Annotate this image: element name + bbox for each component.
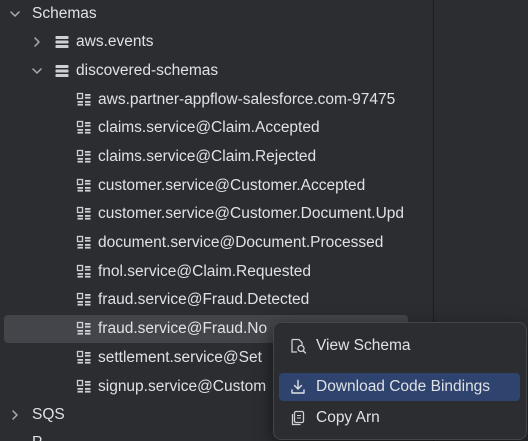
schema-icon bbox=[76, 235, 92, 251]
tree-item-schema[interactable]: aws.partner-appflow-salesforce.com-97475 bbox=[0, 86, 433, 114]
tree-item-label: claims.service@Claim.Rejected bbox=[98, 148, 317, 165]
tree-item-label: fnol.service@Claim.Requested bbox=[98, 263, 312, 280]
schema-icon bbox=[76, 178, 92, 194]
schema-icon bbox=[76, 264, 92, 280]
tree-node-label: SQS bbox=[32, 406, 65, 423]
registry-icon bbox=[54, 34, 70, 50]
tree-item-schema[interactable]: claims.service@Claim.Rejected bbox=[0, 143, 433, 171]
registry-icon bbox=[54, 63, 70, 79]
schema-icon bbox=[76, 120, 92, 136]
chevron-down-icon[interactable] bbox=[8, 7, 22, 21]
tree-item-label: document.service@Document.Processed bbox=[98, 234, 384, 251]
tree-item-schema[interactable]: document.service@Document.Processed bbox=[0, 229, 433, 257]
schema-icon bbox=[76, 350, 92, 366]
tree-node-label: aws.events bbox=[76, 33, 154, 50]
schema-icon bbox=[76, 92, 92, 108]
tree-item-label: aws.partner-appflow-salesforce.com-97475 bbox=[98, 91, 396, 108]
tree-item-schema[interactable]: fraud.service@Fraud.Detected bbox=[0, 286, 433, 314]
tree-item-schema[interactable]: fnol.service@Claim.Requested bbox=[0, 258, 433, 286]
tree-node-label: P bbox=[32, 434, 42, 441]
search-document-icon bbox=[288, 336, 308, 356]
menu-item-copy-arn[interactable]: Copy Arn bbox=[279, 404, 520, 432]
download-icon bbox=[288, 377, 308, 397]
context-menu: View Schema Download Code Bindings Copy … bbox=[273, 322, 527, 440]
schema-icon bbox=[76, 379, 92, 395]
tree-item-label: settlement.service@Set bbox=[98, 349, 262, 366]
schema-icon bbox=[76, 292, 92, 308]
tree-node-schemas[interactable]: Schemas bbox=[0, 0, 433, 28]
tree-node-discovered-schemas[interactable]: discovered-schemas bbox=[0, 57, 433, 85]
tree-item-label: claims.service@Claim.Accepted bbox=[98, 119, 320, 136]
menu-item-label: View Schema bbox=[316, 337, 411, 354]
chevron-right-icon[interactable] bbox=[8, 408, 22, 422]
menu-item-view-schema[interactable]: View Schema bbox=[279, 332, 520, 360]
tree-node-label: discovered-schemas bbox=[76, 62, 219, 79]
schema-icon bbox=[76, 149, 92, 165]
aws-explorer-panel: Schemas aws.events discovered-schemas aw… bbox=[0, 0, 528, 441]
schema-icon bbox=[76, 206, 92, 222]
tree-item-label: fraud.service@Fraud.No bbox=[98, 320, 268, 337]
tree-item-schema[interactable]: customer.service@Customer.Document.Upd bbox=[0, 200, 433, 228]
copy-icon bbox=[288, 408, 308, 428]
menu-item-download-code-bindings[interactable]: Download Code Bindings bbox=[279, 373, 520, 401]
chevron-down-icon[interactable] bbox=[30, 64, 44, 78]
schema-icon bbox=[76, 321, 92, 337]
tree-item-label: customer.service@Customer.Accepted bbox=[98, 177, 366, 194]
tree-node-label: Schemas bbox=[32, 5, 97, 22]
tree-item-schema[interactable]: customer.service@Customer.Accepted bbox=[0, 172, 433, 200]
tree-item-label: customer.service@Customer.Document.Upd bbox=[98, 205, 405, 222]
chevron-right-icon[interactable] bbox=[30, 35, 44, 49]
tree-item-schema[interactable]: claims.service@Claim.Accepted bbox=[0, 114, 433, 142]
menu-item-label: Download Code Bindings bbox=[316, 378, 491, 395]
tree-item-label: fraud.service@Fraud.Detected bbox=[98, 291, 310, 308]
tree-item-label: signup.service@Custom bbox=[98, 378, 267, 395]
tree-node-aws-events[interactable]: aws.events bbox=[0, 28, 433, 56]
menu-item-label: Copy Arn bbox=[316, 409, 380, 426]
